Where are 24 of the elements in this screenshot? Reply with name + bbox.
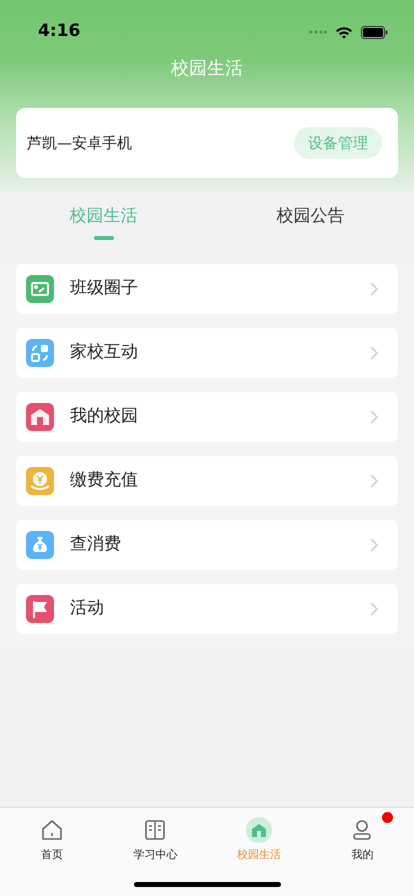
menu-item[interactable]: 我的校园 [16,392,398,442]
chevron-right-icon [370,346,378,360]
chevron-right-icon [370,282,378,296]
menu-item[interactable]: 家校互动 [16,328,398,378]
notification-dot [382,812,392,823]
chevron-right-icon [370,538,378,552]
battery-icon [361,26,388,38]
device-name: 芦凯—安卓手机 [27,132,132,154]
page-title: 校园生活 [170,57,244,81]
chevron-right-icon [370,474,378,488]
menu-item[interactable]: 查消费 [16,520,398,570]
menu-item[interactable]: 班级圈子 [16,264,398,314]
tab-bar-item[interactable]: 学习中心 [104,808,207,896]
signal-icon [309,30,327,34]
tab[interactable]: 校园公告 [276,204,344,264]
status-time: 4:16 [38,20,80,44]
menu-item[interactable]: 缴费充值 [16,456,398,506]
school-building-icon [246,817,272,843]
chevron-right-icon [370,410,378,424]
wifi-icon [335,26,353,38]
tab-bar-item[interactable]: 首页 [0,808,104,896]
chevron-right-icon [370,602,378,616]
menu-item[interactable]: 活动 [16,584,398,634]
tab-bar-item[interactable]: 我的 [310,808,414,896]
